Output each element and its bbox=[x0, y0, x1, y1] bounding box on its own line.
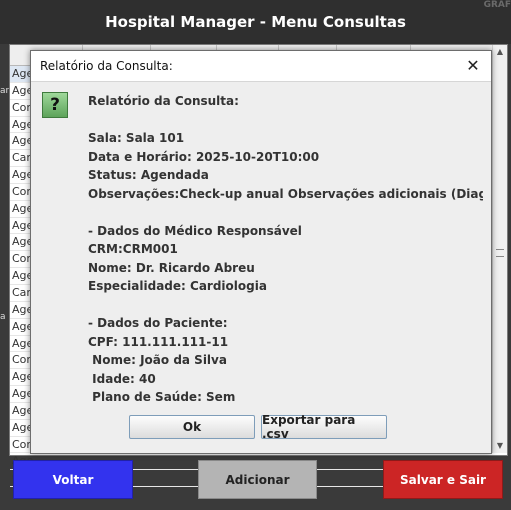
report-heading: Relatório da Consulta: bbox=[88, 94, 239, 108]
exportar-csv-button[interactable]: Exportar para .csv bbox=[261, 413, 387, 441]
main-window: Hospital Manager - Menu Consultas GRAF a… bbox=[0, 0, 511, 510]
dialog-title-bar[interactable]: Relatório da Consulta: ✕ bbox=[31, 51, 491, 82]
close-icon[interactable]: ✕ bbox=[463, 56, 483, 76]
plano-line: Plano de Saúde: Sem bbox=[88, 390, 236, 404]
dialog-title: Relatório da Consulta: bbox=[40, 59, 173, 73]
sala-line: Sala: Sala 101 bbox=[88, 131, 185, 145]
adicionar-button[interactable]: Adicionar bbox=[198, 460, 317, 499]
question-icon: ? bbox=[42, 92, 68, 118]
voltar-button[interactable]: Voltar bbox=[13, 460, 133, 499]
data-horario-line: Data e Horário: 2025-10-20T10:00 bbox=[88, 149, 320, 164]
salvar-e-sair-button[interactable]: Salvar e Sair bbox=[383, 460, 503, 499]
scroll-thumb-grip[interactable] bbox=[496, 249, 504, 257]
paciente-nome-line: Nome: João da Silva bbox=[88, 353, 227, 367]
paciente-header: - Dados do Paciente: bbox=[88, 316, 228, 330]
observacoes-line: Observações:Check-up anual Observações a… bbox=[88, 186, 483, 201]
window-title: Hospital Manager - Menu Consultas bbox=[105, 13, 406, 31]
report-message: Relatório da Consulta: Sala: Sala 101 Da… bbox=[88, 92, 483, 407]
status-line: Status: Agendada bbox=[88, 168, 209, 182]
vertical-scrollbar[interactable]: ▲ ▼ bbox=[492, 45, 507, 453]
crm-line: CRM:CRM001 bbox=[88, 242, 178, 256]
window-title-bar: Hospital Manager - Menu Consultas GRAF bbox=[0, 0, 511, 44]
cpf-line: CPF: 111.111.111-11 bbox=[88, 334, 229, 349]
scroll-down-icon[interactable]: ▼ bbox=[493, 439, 507, 453]
left-strip: ar a bbox=[0, 44, 9, 454]
medico-nome-line: Nome: Dr. Ricardo Abreu bbox=[88, 260, 255, 275]
strip-text: ar bbox=[0, 86, 10, 96]
relatorio-dialog: Relatório da Consulta: ✕ ? Relatório da … bbox=[30, 50, 492, 454]
ok-button[interactable]: Ok bbox=[129, 415, 255, 439]
especialidade-line: Especialidade: Cardiologia bbox=[88, 279, 267, 293]
idade-line: Idade: 40 bbox=[88, 371, 156, 386]
medico-header: - Dados do Médico Responsável bbox=[88, 223, 302, 238]
strip-text: a bbox=[0, 312, 6, 322]
corner-label: GRAF bbox=[483, 0, 511, 10]
scroll-up-icon[interactable]: ▲ bbox=[493, 45, 507, 59]
